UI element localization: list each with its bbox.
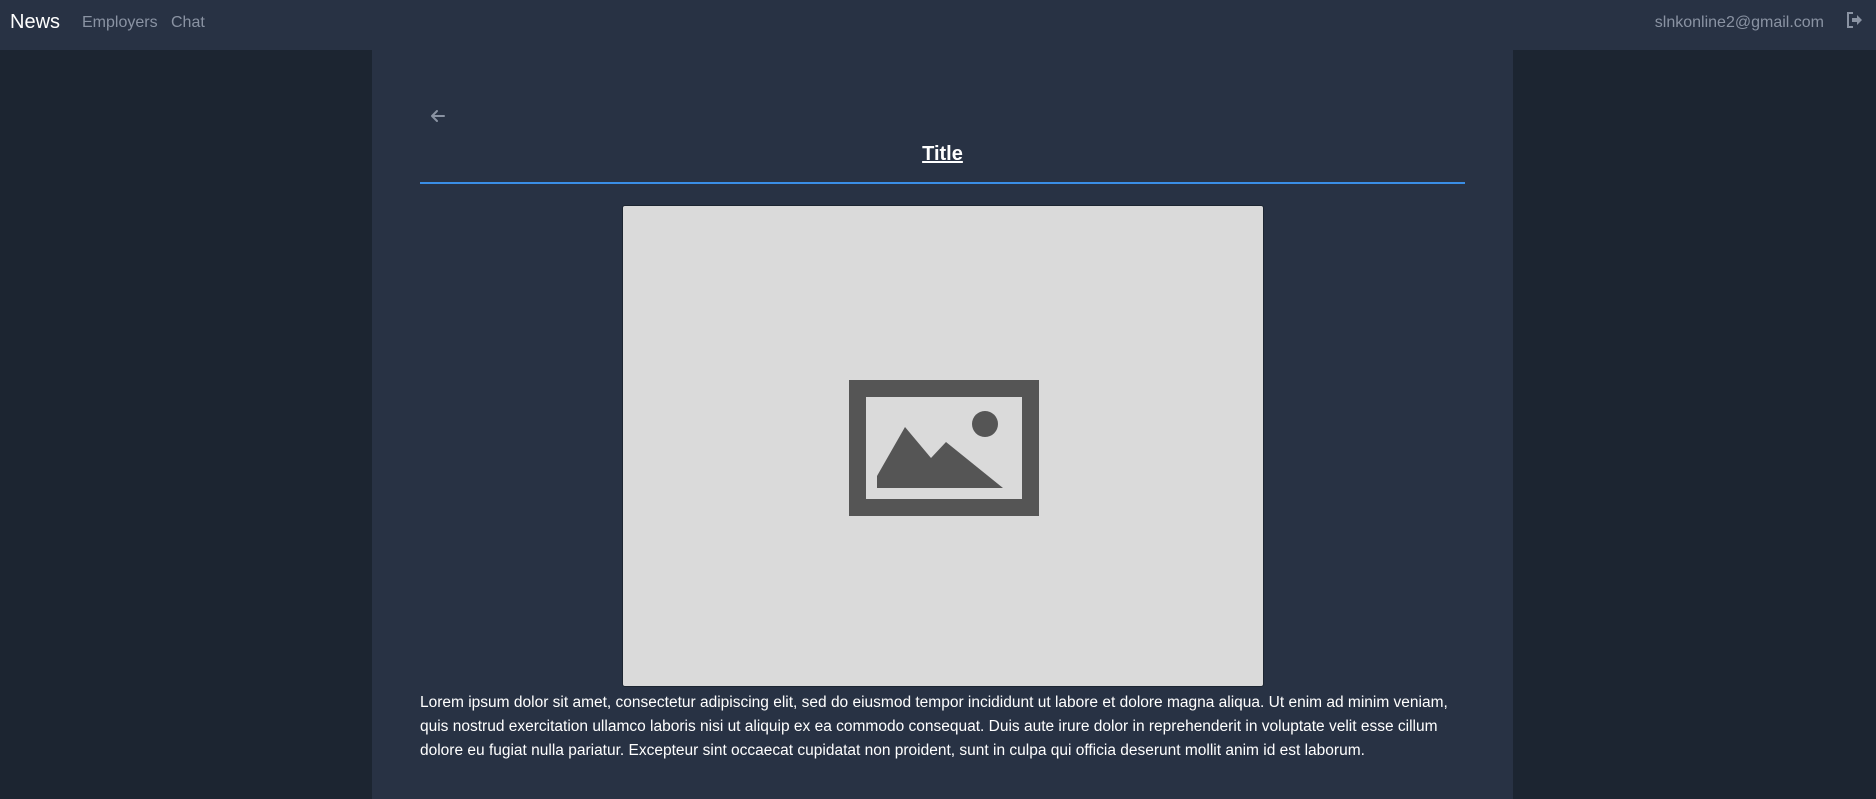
article-body: Lorem ipsum dolor sit amet, consectetur … xyxy=(420,694,1448,759)
article-title: Title xyxy=(922,143,963,165)
nav-link-employers[interactable]: Employers xyxy=(82,14,158,32)
article-image xyxy=(622,205,1264,687)
top-navbar: News Employers Chat slnkonline2@gmail.co… xyxy=(0,0,1876,50)
article-panel: Title Lorem ipsum dolor sit amet, consec… xyxy=(372,50,1513,799)
image-placeholder-icon xyxy=(849,380,1039,516)
sign-out-icon[interactable] xyxy=(1846,12,1866,30)
nav-link-chat[interactable]: Chat xyxy=(171,14,205,32)
brand-news[interactable]: News xyxy=(10,11,60,34)
arrow-left-icon[interactable] xyxy=(428,106,448,126)
title-divider xyxy=(420,182,1465,184)
user-email: slnkonline2@gmail.com xyxy=(1654,14,1824,31)
